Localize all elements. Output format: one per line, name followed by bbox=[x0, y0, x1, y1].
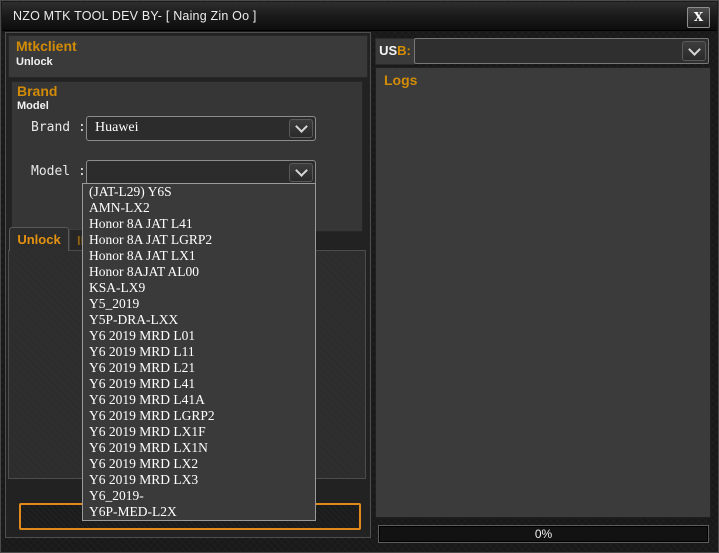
model-option[interactable]: Y6 2019 MRD LX3 bbox=[83, 472, 315, 488]
model-option[interactable]: (JAT-L29) Y6S bbox=[83, 184, 315, 200]
model-option[interactable]: Y6 2019 MRD LX1N bbox=[83, 440, 315, 456]
model-option[interactable]: Honor 8A JAT LX1 bbox=[83, 248, 315, 264]
model-option[interactable]: Y6 2019 MRD LGRP2 bbox=[83, 408, 315, 424]
model-option[interactable]: Y6 2019 MRD L11 bbox=[83, 344, 315, 360]
model-option[interactable]: Y6 2019 MRD LX1F bbox=[83, 424, 315, 440]
progress-bar: 0% bbox=[378, 525, 709, 543]
chevron-down-icon[interactable] bbox=[289, 163, 313, 182]
window-title: NZO MTK TOOL DEV BY- [ Naing Zin Oo ] bbox=[13, 2, 257, 30]
title-bar: NZO MTK TOOL DEV BY- [ Naing Zin Oo ] X bbox=[2, 2, 717, 31]
model-option[interactable]: AMN-LX2 bbox=[83, 200, 315, 216]
model-option[interactable]: Y5_2019 bbox=[83, 296, 315, 312]
model-option[interactable]: Honor 8A JAT L41 bbox=[83, 216, 315, 232]
model-option[interactable]: Y5P-DRA-LXX bbox=[83, 312, 315, 328]
mtkclient-title: Mtkclient bbox=[16, 38, 77, 54]
brand-label: Brand : bbox=[31, 120, 86, 135]
usb-port-combobox[interactable] bbox=[414, 38, 709, 64]
close-button[interactable]: X bbox=[687, 7, 710, 28]
model-option[interactable]: Y6P-MED-L2X bbox=[83, 504, 315, 520]
model-option[interactable]: Honor 8AJAT AL00 bbox=[83, 264, 315, 280]
logs-title: Logs bbox=[384, 72, 417, 88]
model-option[interactable]: Honor 8A JAT LGRP2 bbox=[83, 232, 315, 248]
tab-unlock[interactable]: Unlock bbox=[9, 227, 69, 251]
brand-value: Huawei bbox=[95, 117, 285, 140]
model-option[interactable]: Y6 2019 MRD LX2 bbox=[83, 456, 315, 472]
model-label: Model : bbox=[31, 164, 86, 179]
model-option[interactable]: KSA-LX9 bbox=[83, 280, 315, 296]
usb-label: USB: bbox=[375, 38, 415, 65]
usb-label-white: US bbox=[379, 43, 397, 58]
model-combobox[interactable] bbox=[86, 160, 316, 185]
model-option[interactable]: Y6_2019- bbox=[83, 488, 315, 504]
usb-label-orange: B: bbox=[397, 43, 411, 58]
brand-group-subtitle: Model bbox=[17, 100, 49, 112]
model-dropdown-list: (JAT-L29) Y6SAMN-LX2Honor 8A JAT L41Hono… bbox=[82, 183, 316, 521]
mtkclient-subtitle: Unlock bbox=[16, 56, 53, 68]
logs-panel: Logs bbox=[375, 67, 711, 518]
model-value bbox=[95, 161, 285, 184]
model-option[interactable]: Y6 2019 MRD L01 bbox=[83, 328, 315, 344]
brand-group-title: Brand bbox=[17, 83, 57, 99]
chevron-down-icon[interactable] bbox=[289, 119, 313, 138]
model-option[interactable]: Y6 2019 MRD L41A bbox=[83, 392, 315, 408]
model-option[interactable]: Y6 2019 MRD L21 bbox=[83, 360, 315, 376]
brand-combobox[interactable]: Huawei bbox=[86, 116, 316, 141]
app-window: NZO MTK TOOL DEV BY- [ Naing Zin Oo ] X … bbox=[0, 0, 719, 553]
mtkclient-header-box: Mtkclient Unlock bbox=[8, 35, 368, 78]
chevron-down-icon[interactable] bbox=[682, 41, 706, 61]
model-option[interactable]: Y6 2019 MRD L41 bbox=[83, 376, 315, 392]
